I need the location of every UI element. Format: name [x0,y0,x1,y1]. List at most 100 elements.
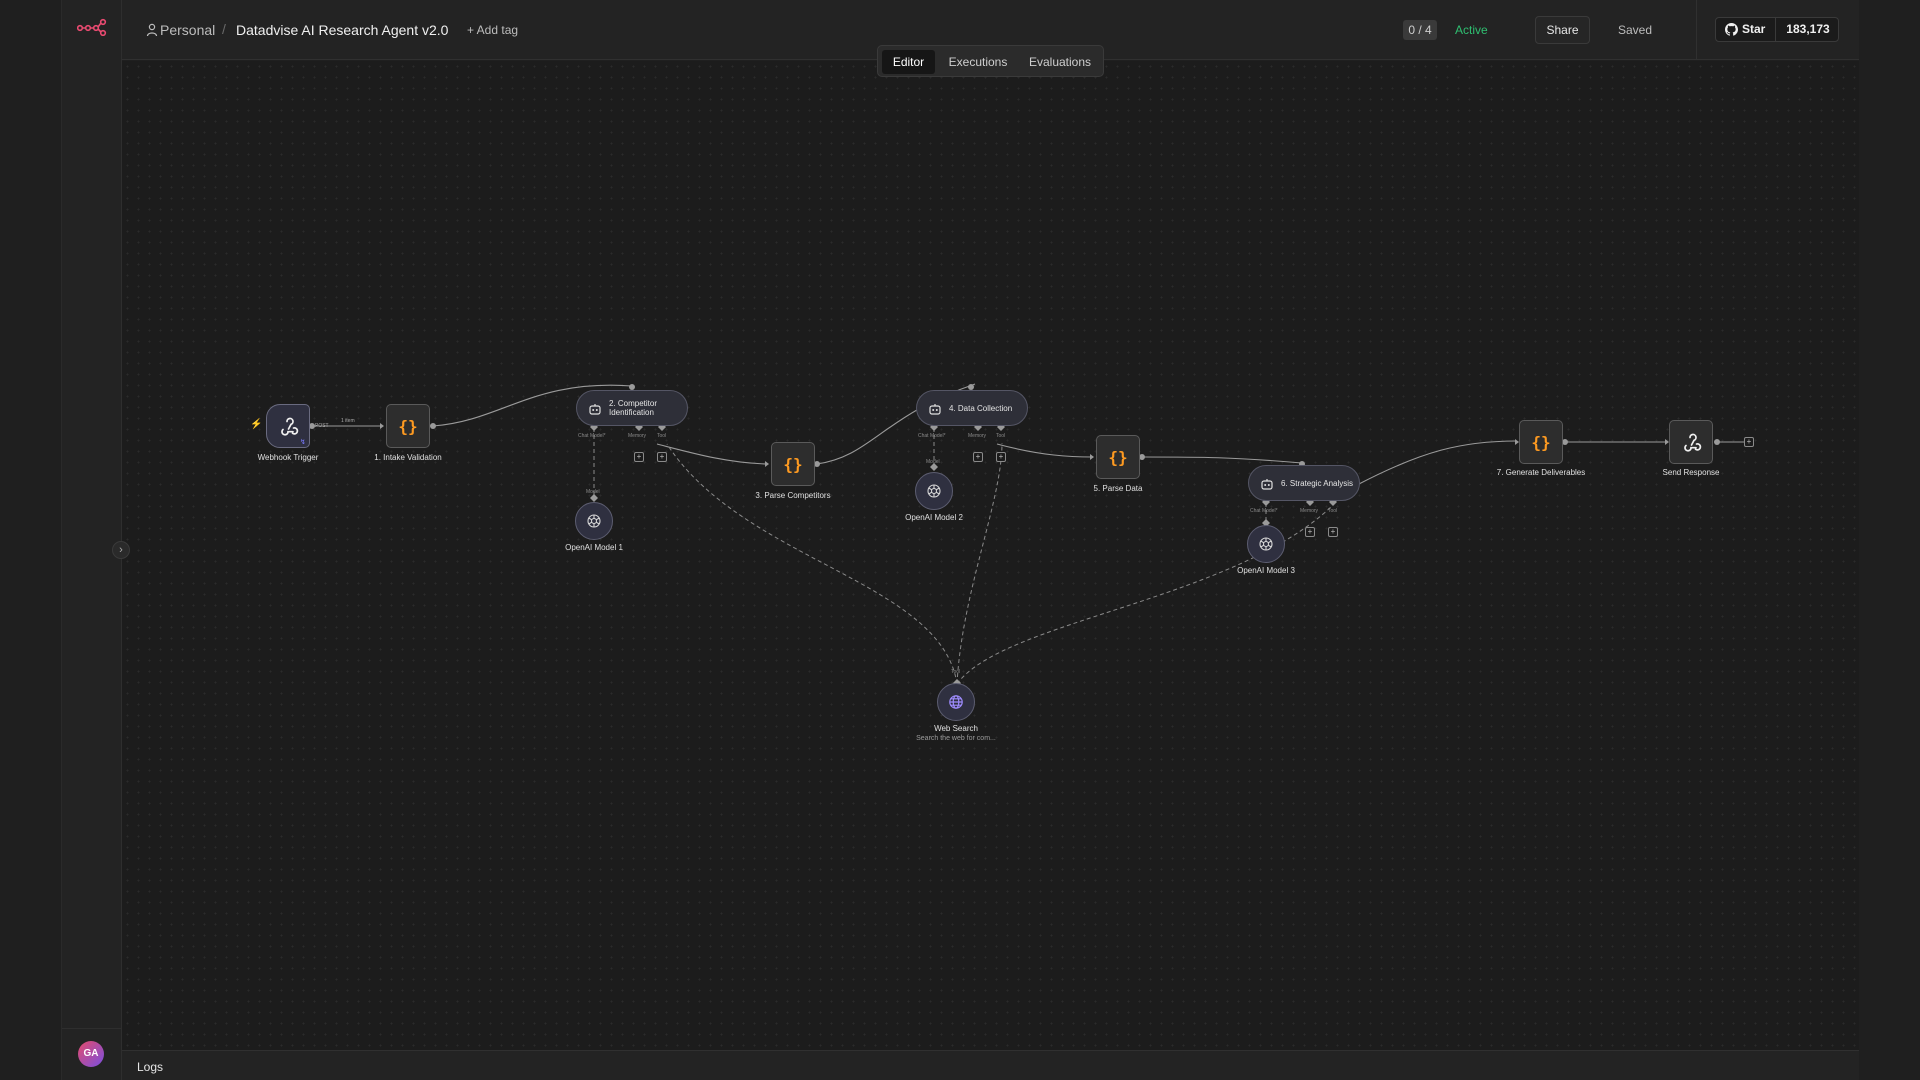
node-label-send-response: Send Response [1662,468,1720,477]
port-label-model: Model [926,459,940,465]
globe-icon [949,695,963,709]
port-label-chat-model: Chat Model* [918,433,946,439]
edge-item-count: 1 item [341,418,355,424]
sidebar: GA [61,0,123,1080]
node-openai-model-1[interactable] [575,502,613,540]
robot-icon [589,404,601,415]
bolt-badge-icon: ↯ [300,439,306,446]
node-data-collection[interactable]: 4. Data Collection [916,390,1028,426]
github-star-label: Star [1716,18,1776,41]
node-label-openai-model-3: OpenAI Model 3 [1237,566,1295,575]
chevron-right-icon[interactable]: › [112,541,130,559]
tab-editor[interactable]: Editor [882,50,935,74]
openai-icon [587,514,601,528]
node-label-openai-model-1: OpenAI Model 1 [565,543,623,552]
port-label-memory: Memory [968,433,987,439]
node-parse-data[interactable]: {} [1096,435,1140,479]
port-label-tool: Tool [996,433,1006,439]
port-dot [430,423,436,429]
input-arrow [765,461,769,467]
github-star-count: 183,173 [1786,22,1830,36]
page-gutter-left [0,0,61,1080]
code-icon: {} [1108,448,1128,467]
add-tool-button[interactable]: + [996,452,1006,462]
node-label-web-search: Web Search [934,724,978,733]
robot-icon [929,404,941,415]
app-root: GA › Personal / Datadvise AI Research Ag… [0,0,1920,1080]
workflow-title[interactable]: Datadvise AI Research Agent v2.0 [236,22,448,38]
logo-icon[interactable] [76,18,107,37]
node-send-response[interactable] [1669,420,1713,464]
avatar[interactable]: GA [78,1041,104,1067]
openai-icon [1259,537,1273,551]
node-label-parse-data: 5. Parse Data [1093,484,1143,493]
node-label-openai-model-2: OpenAI Model 2 [905,513,963,522]
port-label-memory: Memory [1300,508,1319,514]
logs-label: Logs [137,1060,164,1074]
view-tabs: Editor Executions Evaluations [877,45,1104,77]
node-openai-model-3[interactable] [1247,525,1285,563]
activation-counter: 0 / 4 [1403,20,1437,40]
node-label-competitor-line2: Identification [609,408,654,417]
github-star-button[interactable]: Star 183,173 [1715,17,1839,42]
node-sublabel-web-search: Search the web for com... [916,735,996,742]
port-label-memory: Memory [628,433,647,439]
add-memory-button[interactable]: + [1305,527,1315,537]
code-icon: {} [398,417,418,436]
add-memory-button[interactable]: + [634,452,644,462]
port-label-model: Model [586,489,600,495]
node-label-competitor-line1: 2. Competitor [609,399,658,408]
node-competitor-identification[interactable]: 2. Competitor Identification [576,390,688,426]
add-tool-button[interactable]: + [657,452,667,462]
node-parse-competitors[interactable]: {} [771,442,815,486]
breadcrumb-separator: / [222,21,226,37]
input-arrow [380,423,384,429]
code-icon: {} [1531,433,1551,452]
node-label-data-collection: 4. Data Collection [949,404,1013,413]
port-label-chat-model: Chat Model* [578,433,606,439]
node-strategic-analysis[interactable]: 6. Strategic Analysis [1248,465,1360,501]
add-tool-button[interactable]: + [1328,527,1338,537]
node-intake-validation[interactable]: {} [386,404,430,448]
openai-icon [927,484,941,498]
page-gutter-right [1859,0,1920,1080]
node-label-parse-competitors: 3. Parse Competitors [755,491,831,500]
node-label-strategic-analysis: 6. Strategic Analysis [1281,479,1354,488]
port-diamond [590,494,598,502]
workflow-canvas[interactable]: 1 item POST ⚡ ↯ Webhook Trigger {} 1. In… [122,61,1859,1050]
share-button[interactable]: Share [1535,16,1590,44]
node-label-intake-validation: 1. Intake Validation [374,453,442,462]
edge-datacollection-parsedata [996,443,1093,458]
tab-evaluations[interactable]: Evaluations [1020,50,1100,74]
user-icon [146,23,158,37]
code-icon: {} [783,455,803,474]
node-label-generate-deliverables: 7. Generate Deliverables [1496,468,1586,477]
add-node-plus-icon[interactable]: + [1744,437,1754,447]
port-dot [1714,439,1720,445]
active-toggle-label[interactable]: Active [1455,23,1488,37]
node-openai-model-2[interactable] [915,472,953,510]
lightning-icon: ⚡ [250,419,263,430]
sidebar-footer: GA [62,1028,123,1080]
node-web-search[interactable] [937,683,975,721]
add-tag-button[interactable]: + Add tag [467,23,518,37]
edge-websearch-datacollection [956,442,1003,685]
port-label-tool: Tool [1328,508,1338,514]
header-divider [1696,0,1697,60]
logs-panel-bar[interactable]: Logs [122,1050,1859,1080]
saved-status: Saved [1618,23,1653,37]
robot-icon [1261,479,1273,490]
tab-executions[interactable]: Executions [939,50,1017,74]
input-arrow [1090,454,1094,460]
webhook-icon [281,417,299,436]
node-generate-deliverables[interactable]: {} [1519,420,1563,464]
add-memory-button[interactable]: + [973,452,983,462]
node-webhook-trigger[interactable]: ↯ [266,404,310,448]
port-label-tool: Tool [657,433,667,439]
edge-strategic-generate [1356,440,1518,486]
breadcrumb-project[interactable]: Personal [160,22,215,38]
webhook-icon [1684,433,1702,452]
port-label-tool: Tool [951,669,961,675]
port-label-chat-model: Chat Model* [1250,508,1278,514]
connection-edges [309,383,1744,687]
